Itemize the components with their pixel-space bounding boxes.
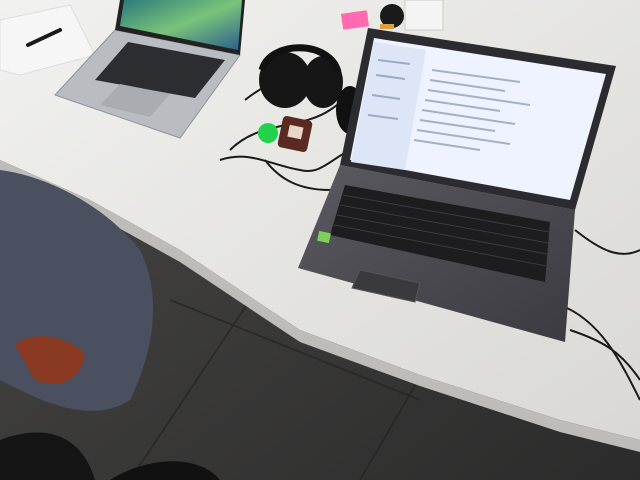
green-object <box>258 123 278 143</box>
photo-scene <box>0 0 640 480</box>
orange-cable <box>380 24 394 29</box>
white-box <box>404 0 444 31</box>
